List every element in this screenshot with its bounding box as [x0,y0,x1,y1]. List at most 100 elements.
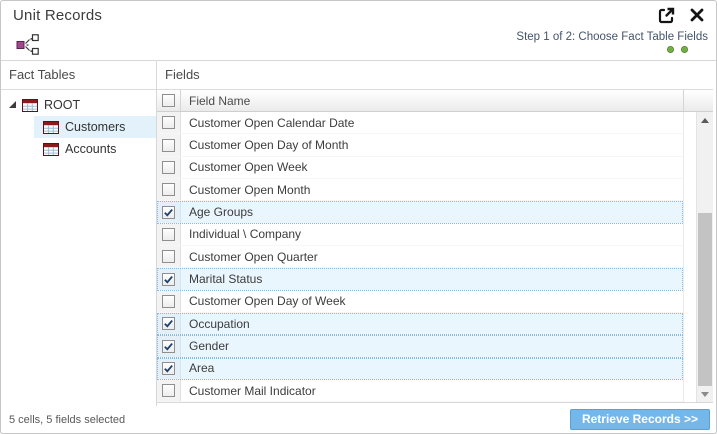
fields-panel: Fields Field Name Customer Open Calendar… [157,61,716,406]
open-in-new-window-icon[interactable] [658,7,675,24]
field-row[interactable]: Customer Open Day of Week [157,291,683,313]
field-row[interactable]: Customer Open Month [157,179,683,201]
field-checkbox[interactable] [162,384,175,397]
field-row[interactable]: Area [157,358,683,380]
field-checkbox[interactable] [162,250,175,263]
field-row[interactable]: Age Groups [157,201,683,223]
scroll-down-arrow-icon [701,392,709,397]
field-name-label: Customer Open Week [181,157,683,178]
row-checkbox-cell [157,201,181,222]
tree-item-customers[interactable]: Customers [34,116,156,138]
field-checkbox[interactable] [162,116,175,129]
step-dot [681,46,688,53]
header-scroll-gap [696,90,713,111]
dialog-title: Unit Records [13,7,102,24]
field-row[interactable]: Customer Open Quarter [157,246,683,268]
field-row[interactable]: Occupation [157,313,683,335]
row-checkbox-cell [157,380,181,401]
field-checkbox[interactable] [162,183,175,196]
fields-grid-body: Customer Open Calendar DateCustomer Open… [157,112,713,403]
tree-item-label: Accounts [65,142,116,156]
tree-item-label: Customers [65,120,125,134]
field-checkbox[interactable] [162,139,175,152]
tree-item-root[interactable]: ROOT [1,94,156,116]
row-checkbox-cell [157,224,181,245]
table-icon [43,143,59,156]
row-checkbox-cell [157,358,181,379]
fields-grid-header: Field Name [157,90,713,112]
field-checkbox[interactable] [162,273,175,286]
field-name-label: Marital Status [181,268,683,289]
field-rows: Customer Open Calendar DateCustomer Open… [157,112,683,402]
field-checkbox[interactable] [162,362,175,375]
fact-tables-tree: ROOT Customers Accounts [1,90,156,160]
field-name-label: Customer Open Month [181,179,683,200]
wizard-step-dots [516,46,688,53]
field-name-label: Gender [181,335,683,356]
wizard-step-block: Step 1 of 2: Choose Fact Table Fields [516,31,708,53]
fact-tables-header: Fact Tables [1,61,156,90]
tree-item-label: ROOT [44,98,80,112]
dialog-body: Fact Tables ROOT Customers Accounts Fields… [1,60,716,406]
row-checkbox-cell [157,134,181,155]
fact-tables-panel: Fact Tables ROOT Customers Accounts [1,61,157,406]
field-name-label: Customer Open Day of Week [181,291,683,312]
row-checkbox-cell [157,291,181,312]
step-dot [667,46,674,53]
field-row[interactable]: Customer Open Week [157,157,683,179]
row-checkbox-cell [157,157,181,178]
row-checkbox-cell [157,313,181,334]
field-checkbox[interactable] [162,161,175,174]
select-all-checkbox-cell [157,90,181,111]
schema-diagram-icon[interactable] [14,32,40,56]
field-row[interactable]: Customer Open Day of Month [157,134,683,156]
field-checkbox[interactable] [162,317,175,330]
row-checkbox-cell [157,179,181,200]
fields-grid: Field Name Customer Open Calendar DateCu… [157,90,713,406]
scroll-down-button[interactable] [697,386,713,402]
statusbar: 5 cells, 5 fields selected Retrieve Reco… [1,406,716,433]
field-row[interactable]: Gender [157,335,683,357]
row-checkbox-cell [157,268,181,289]
select-all-checkbox[interactable] [162,94,175,107]
header-filler-cell [683,90,696,111]
selection-summary: 5 cells, 5 fields selected [9,414,125,426]
scroll-up-button[interactable] [697,112,713,128]
close-icon[interactable] [690,8,704,22]
wizard-step-label: Step 1 of 2: Choose Fact Table Fields [516,31,708,43]
titlebar: Unit Records [1,1,716,29]
field-checkbox[interactable] [162,228,175,241]
field-name-label: Age Groups [181,201,683,222]
row-checkbox-cell [157,112,181,133]
field-row[interactable]: Customer Mail Indicator [157,380,683,402]
field-row[interactable]: Marital Status [157,268,683,290]
field-name-label: Area [181,358,683,379]
table-icon [43,121,59,134]
vertical-scrollbar[interactable] [696,112,713,402]
rows-filler-column [683,112,696,402]
unit-records-dialog: Unit Records [0,0,717,434]
field-row[interactable]: Individual \ Company [157,224,683,246]
field-checkbox[interactable] [162,206,175,219]
scrollbar-thumb[interactable] [698,213,712,386]
tree-item-accounts[interactable]: Accounts [34,138,156,160]
field-checkbox[interactable] [162,340,175,353]
scrollbar-track[interactable] [697,128,713,386]
field-name-column-header[interactable]: Field Name [181,90,683,111]
field-name-label: Occupation [181,313,683,334]
expand-triangle-icon[interactable] [9,101,16,108]
field-name-label: Customer Open Day of Month [181,134,683,155]
table-icon [22,99,38,112]
toolbar: Step 1 of 2: Choose Fact Table Fields [1,29,716,60]
field-name-label: Customer Open Calendar Date [181,112,683,133]
field-checkbox[interactable] [162,295,175,308]
field-row[interactable]: Customer Open Calendar Date [157,112,683,134]
field-name-label: Customer Mail Indicator [181,380,683,401]
field-name-label: Customer Open Quarter [181,246,683,267]
row-checkbox-cell [157,335,181,356]
scroll-up-arrow-icon [701,118,709,123]
fields-header: Fields [157,61,713,90]
row-checkbox-cell [157,246,181,267]
field-name-label: Individual \ Company [181,224,683,245]
retrieve-records-button[interactable]: Retrieve Records >> [570,409,710,430]
